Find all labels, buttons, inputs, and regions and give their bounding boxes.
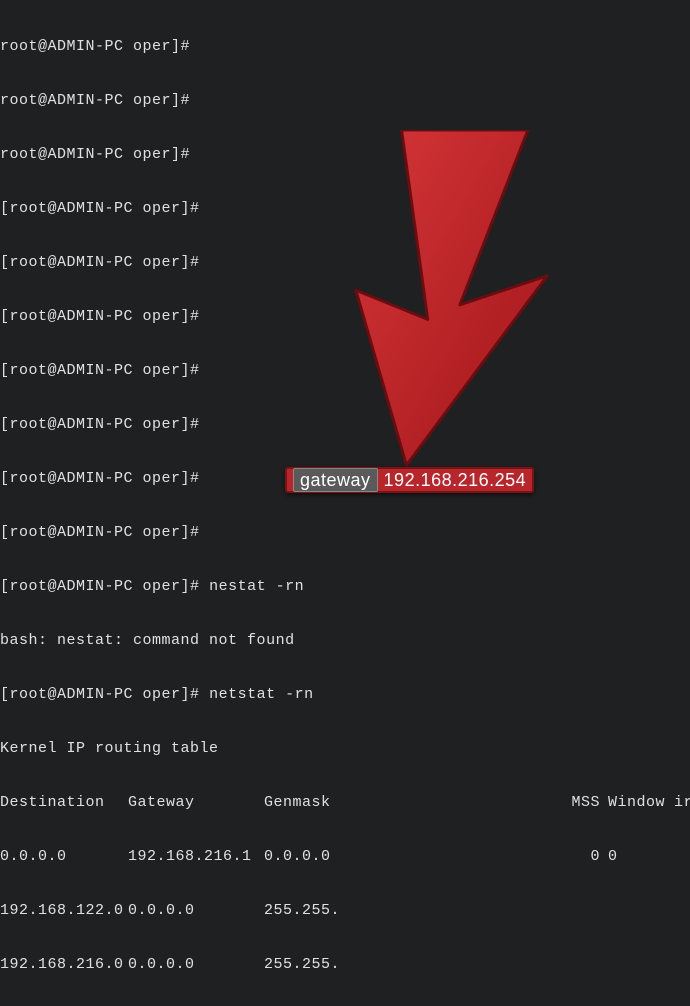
prompt-line: [root@ADMIN-PC oper]# <box>0 308 690 326</box>
cmd-nestat: [root@ADMIN-PC oper]# nestat -rn <box>0 578 690 596</box>
terminal-output[interactable]: root@ADMIN-PC oper]# root@ADMIN-PC oper]… <box>0 2 690 1006</box>
prompt-line: [root@ADMIN-PC oper]# <box>0 362 690 380</box>
kernel-table-title: Kernel IP routing table <box>0 740 690 758</box>
error-line: bash: nestat: command not found <box>0 632 690 650</box>
table-row: 0.0.0.0192.168.216.10.0.0.0000em1 <box>0 848 690 866</box>
prompt-line: root@ADMIN-PC oper]# <box>0 146 690 164</box>
callout-label: gateway <box>293 468 378 492</box>
table-row: 192.168.122.00.0.0.0255.255.0virbr <box>0 902 690 920</box>
prompt-line: root@ADMIN-PC oper]# <box>0 92 690 110</box>
prompt-line: [root@ADMIN-PC oper]# <box>0 200 690 218</box>
prompt-line: [root@ADMIN-PC oper]# <box>0 524 690 542</box>
prompt-line: [root@ADMIN-PC oper]# <box>0 254 690 272</box>
cmd-netstat: [root@ADMIN-PC oper]# netstat -rn <box>0 686 690 704</box>
prompt-line: root@ADMIN-PC oper]# <box>0 38 690 56</box>
gateway-callout: gateway 192.168.216.254 <box>285 467 534 493</box>
table-header: DestinationGatewayGenmaskMSSWindowirttIf… <box>0 794 690 812</box>
callout-value: 192.168.216.254 <box>384 470 527 490</box>
table-row: 192.168.216.00.0.0.0255.255.0em1 <box>0 956 690 974</box>
prompt-line: [root@ADMIN-PC oper]# <box>0 416 690 434</box>
